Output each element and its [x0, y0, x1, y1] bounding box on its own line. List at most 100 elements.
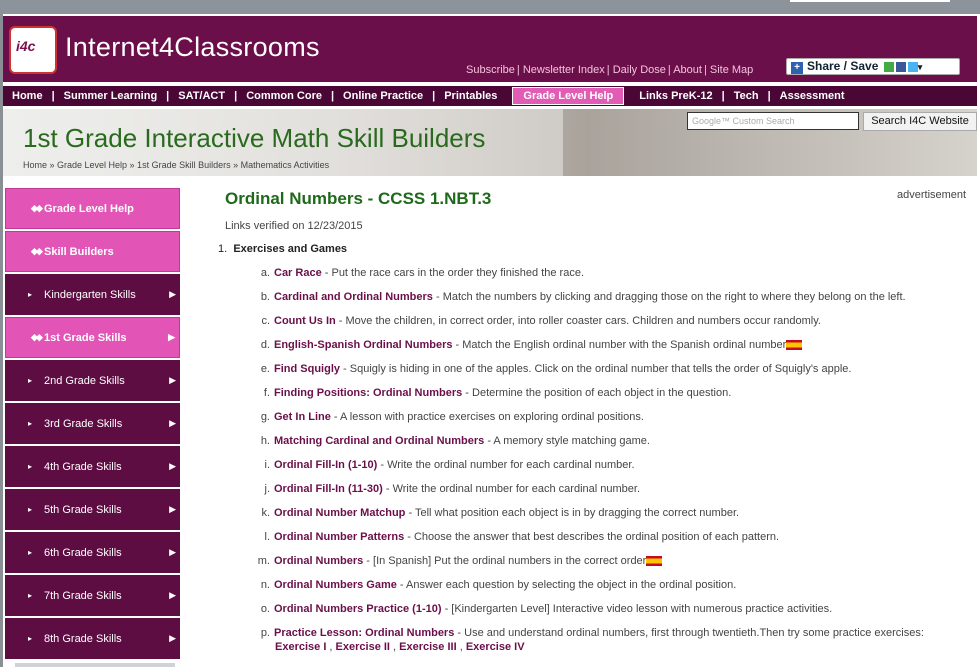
nav-printables[interactable]: Printables	[435, 90, 506, 102]
chevron-right-icon: ▶	[169, 418, 176, 428]
list-item: k. Ordinal Number Matchup - Tell what pos…	[254, 507, 739, 519]
chevron-right-icon: ▶	[168, 332, 175, 342]
exercise-link[interactable]: Exercise II	[336, 641, 390, 653]
activity-link[interactable]: English-Spanish Ordinal Numbers	[274, 339, 452, 351]
chevron-right-icon: ▶	[169, 590, 176, 600]
list-item-letter: a.	[260, 267, 270, 279]
list-item-letter: k.	[261, 507, 270, 519]
activity-link[interactable]: Ordinal Fill-In (11-30)	[274, 483, 383, 495]
nav-tech[interactable]: Tech	[725, 90, 768, 102]
sidebar-item-3rd-grade[interactable]: ▸ 3rd Grade Skills ▶	[5, 403, 180, 444]
activity-link[interactable]: Count Us In	[274, 315, 336, 327]
activity-link[interactable]: Ordinal Numbers Game	[274, 579, 397, 591]
list-item-letter: c.	[261, 315, 270, 327]
top-link-site-map[interactable]: Site Map	[710, 64, 753, 76]
chevron-right-icon: ▶	[169, 504, 176, 514]
sidebar-item-6th-grade[interactable]: ▸ 6th Grade Skills ▶	[5, 532, 180, 573]
facebook-icon	[895, 61, 906, 72]
list-item-letter: o.	[260, 603, 270, 615]
list-item-letter: e.	[260, 363, 270, 375]
sidebar-item-label: Kindergarten Skills	[44, 288, 136, 301]
sidebar-item-1st-grade[interactable]: ◆◆ 1st Grade Skills ▶	[5, 317, 180, 358]
nav-grade-level-help[interactable]: Grade Level Help	[512, 87, 625, 105]
sidebar-item-7th-grade[interactable]: ▸ 7th Grade Skills ▶	[5, 575, 180, 616]
sidebar-item-label: 6th Grade Skills	[44, 546, 122, 559]
sidebar-item-2nd-grade[interactable]: ▸ 2nd Grade Skills ▶	[5, 360, 180, 401]
activity-description: - Use and understand ordinal numbers, fi…	[454, 627, 924, 639]
activity-link[interactable]: Ordinal Fill-In (1-10)	[274, 459, 377, 471]
share-save-button[interactable]: + Share / Save ▾	[786, 58, 960, 75]
list-item: a. Car Race - Put the race cars in the or…	[254, 267, 584, 279]
nav-common-core[interactable]: Common Core	[237, 90, 331, 102]
activity-description: - Determine the position of each object …	[462, 387, 732, 399]
activity-link[interactable]: Practice Lesson: Ordinal Numbers	[274, 627, 454, 639]
list-number: 1.	[218, 243, 228, 255]
bullet-icon: ▸	[28, 505, 33, 514]
activity-link[interactable]: Matching Cardinal and Ordinal Numbers	[274, 435, 484, 447]
list-item-letter: h.	[260, 435, 270, 447]
share-label: Share / Save	[807, 59, 879, 73]
nav-summer-learning[interactable]: Summer Learning	[55, 90, 167, 102]
list-item: l. Ordinal Number Patterns - Choose the a…	[254, 531, 780, 543]
activity-link[interactable]: Finding Positions: Ordinal Numbers	[274, 387, 462, 399]
activity-link[interactable]: Car Race	[274, 267, 322, 279]
site-logo[interactable]: i4c	[9, 26, 57, 74]
sidebar-item-label: Grade Level Help	[44, 202, 134, 215]
top-link-subscribe[interactable]: Subscribe	[466, 64, 515, 76]
list-item-letter: l.	[264, 531, 271, 543]
sidebar-item-5th-grade[interactable]: ▸ 5th Grade Skills ▶	[5, 489, 180, 530]
nav-home[interactable]: Home	[3, 90, 52, 102]
sidebar-item-label: 8th Grade Skills	[44, 632, 122, 645]
sidebar-item-skill-builders[interactable]: ◆◆ Skill Builders	[5, 231, 180, 272]
sidebar-item-label: 5th Grade Skills	[44, 503, 122, 516]
list-item-letter: j.	[264, 483, 271, 495]
sidebar-item-kindergarten[interactable]: ▸ Kindergarten Skills ▶	[5, 274, 180, 315]
bullet-icon: ▸	[28, 548, 33, 557]
activity-link[interactable]: Get In Line	[274, 411, 331, 423]
activity-description: - Move the children, in correct order, i…	[335, 315, 821, 327]
site-title[interactable]: Internet4Classrooms	[65, 32, 320, 63]
sidebar-item-grade-level-help[interactable]: ◆◆ Grade Level Help	[5, 188, 180, 229]
plus-icon: +	[791, 62, 803, 74]
top-link-newsletter[interactable]: Newsletter Index	[523, 64, 605, 76]
activity-description: - Choose the answer that best describes …	[404, 531, 780, 543]
activity-link[interactable]: Ordinal Numbers	[274, 555, 363, 567]
bullet-icon: ▸	[28, 591, 33, 600]
exercise-link[interactable]: Exercise I	[275, 641, 326, 653]
nav-sat-act[interactable]: SAT/ACT	[169, 90, 234, 102]
breadcrumb[interactable]: Home » Grade Level Help » 1st Grade Skil…	[23, 160, 329, 170]
list-item: p. Practice Lesson: Ordinal Numbers - Use…	[254, 627, 924, 639]
sidebar-item-label: 1st Grade Skills	[44, 331, 127, 344]
chevron-right-icon: ▶	[169, 375, 176, 385]
sidebar-item-8th-grade[interactable]: ▸ 8th Grade Skills ▶	[5, 618, 180, 659]
nav-links-prek-12[interactable]: Links PreK-12	[630, 90, 721, 102]
verified-date: Links verified on 12/23/2015	[225, 220, 363, 232]
list-item: g. Get In Line - A lesson with practice e…	[254, 411, 644, 423]
sidebar-item-label: 3rd Grade Skills	[44, 417, 123, 430]
list-item-letter: n.	[260, 579, 270, 591]
activity-link[interactable]: Cardinal and Ordinal Numbers	[274, 291, 433, 303]
page-banner: 1st Grade Interactive Math Skill Builder…	[3, 109, 977, 176]
sidebar-item-label: 7th Grade Skills	[44, 589, 122, 602]
top-link-about[interactable]: About	[673, 64, 702, 76]
activity-link[interactable]: Ordinal Numbers Practice (1-10)	[274, 603, 442, 615]
sidebar-item-4th-grade[interactable]: ▸ 4th Grade Skills ▶	[5, 446, 180, 487]
spanish-flag-icon	[786, 340, 803, 351]
list-item: j. Ordinal Fill-In (11-30) - Write the or…	[254, 483, 641, 495]
top-link-daily-dose[interactable]: Daily Dose	[613, 64, 666, 76]
list-item-letter: g.	[260, 411, 270, 423]
activity-link[interactable]: Ordinal Number Matchup	[274, 507, 405, 519]
site-header: i4c Internet4Classrooms Subscribe | Newsl…	[3, 16, 977, 82]
sidebar-image-strip	[15, 663, 175, 667]
activity-link[interactable]: Ordinal Number Patterns	[274, 531, 404, 543]
nav-online-practice[interactable]: Online Practice	[334, 90, 432, 102]
activity-link[interactable]: Find Squigly	[274, 363, 340, 375]
twitter-icon	[907, 61, 918, 72]
exercise-link[interactable]: Exercise IV	[466, 641, 525, 653]
list-item-letter: f.	[263, 387, 270, 399]
bullet-icon: ▸	[28, 290, 33, 299]
search-input[interactable]: Google™ Custom Search	[687, 112, 859, 130]
exercise-link[interactable]: Exercise III	[399, 641, 457, 653]
nav-assessment[interactable]: Assessment	[771, 90, 854, 102]
search-button[interactable]: Search I4C Website	[863, 112, 977, 131]
